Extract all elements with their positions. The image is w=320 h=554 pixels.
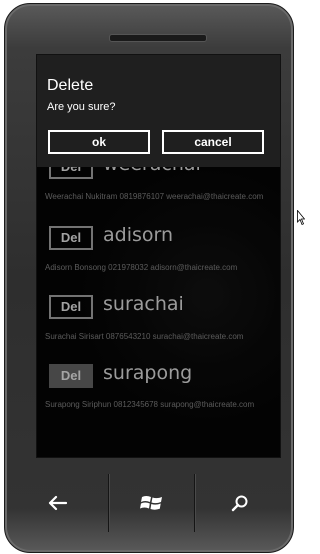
start-button[interactable] [107,470,197,536]
hardware-button-bar [5,470,293,536]
earpiece-speaker [109,34,207,42]
phone-frame: Del weerachai Weerachai Nukitram 0819876… [4,3,294,553]
windows-logo-icon [140,496,162,510]
ok-button[interactable]: ok [48,130,150,154]
delete-dialog: Delete Are you sure? ok cancel [37,55,280,167]
search-icon [231,495,248,512]
mouse-cursor-icon [297,210,305,226]
dialog-message: Are you sure? [47,101,116,113]
back-button[interactable] [13,470,103,536]
back-arrow-icon [48,495,68,511]
phone-screen: Del weerachai Weerachai Nukitram 0819876… [36,54,281,458]
search-button[interactable] [195,470,285,536]
cancel-button[interactable]: cancel [162,130,264,154]
dialog-title: Delete [47,77,94,94]
